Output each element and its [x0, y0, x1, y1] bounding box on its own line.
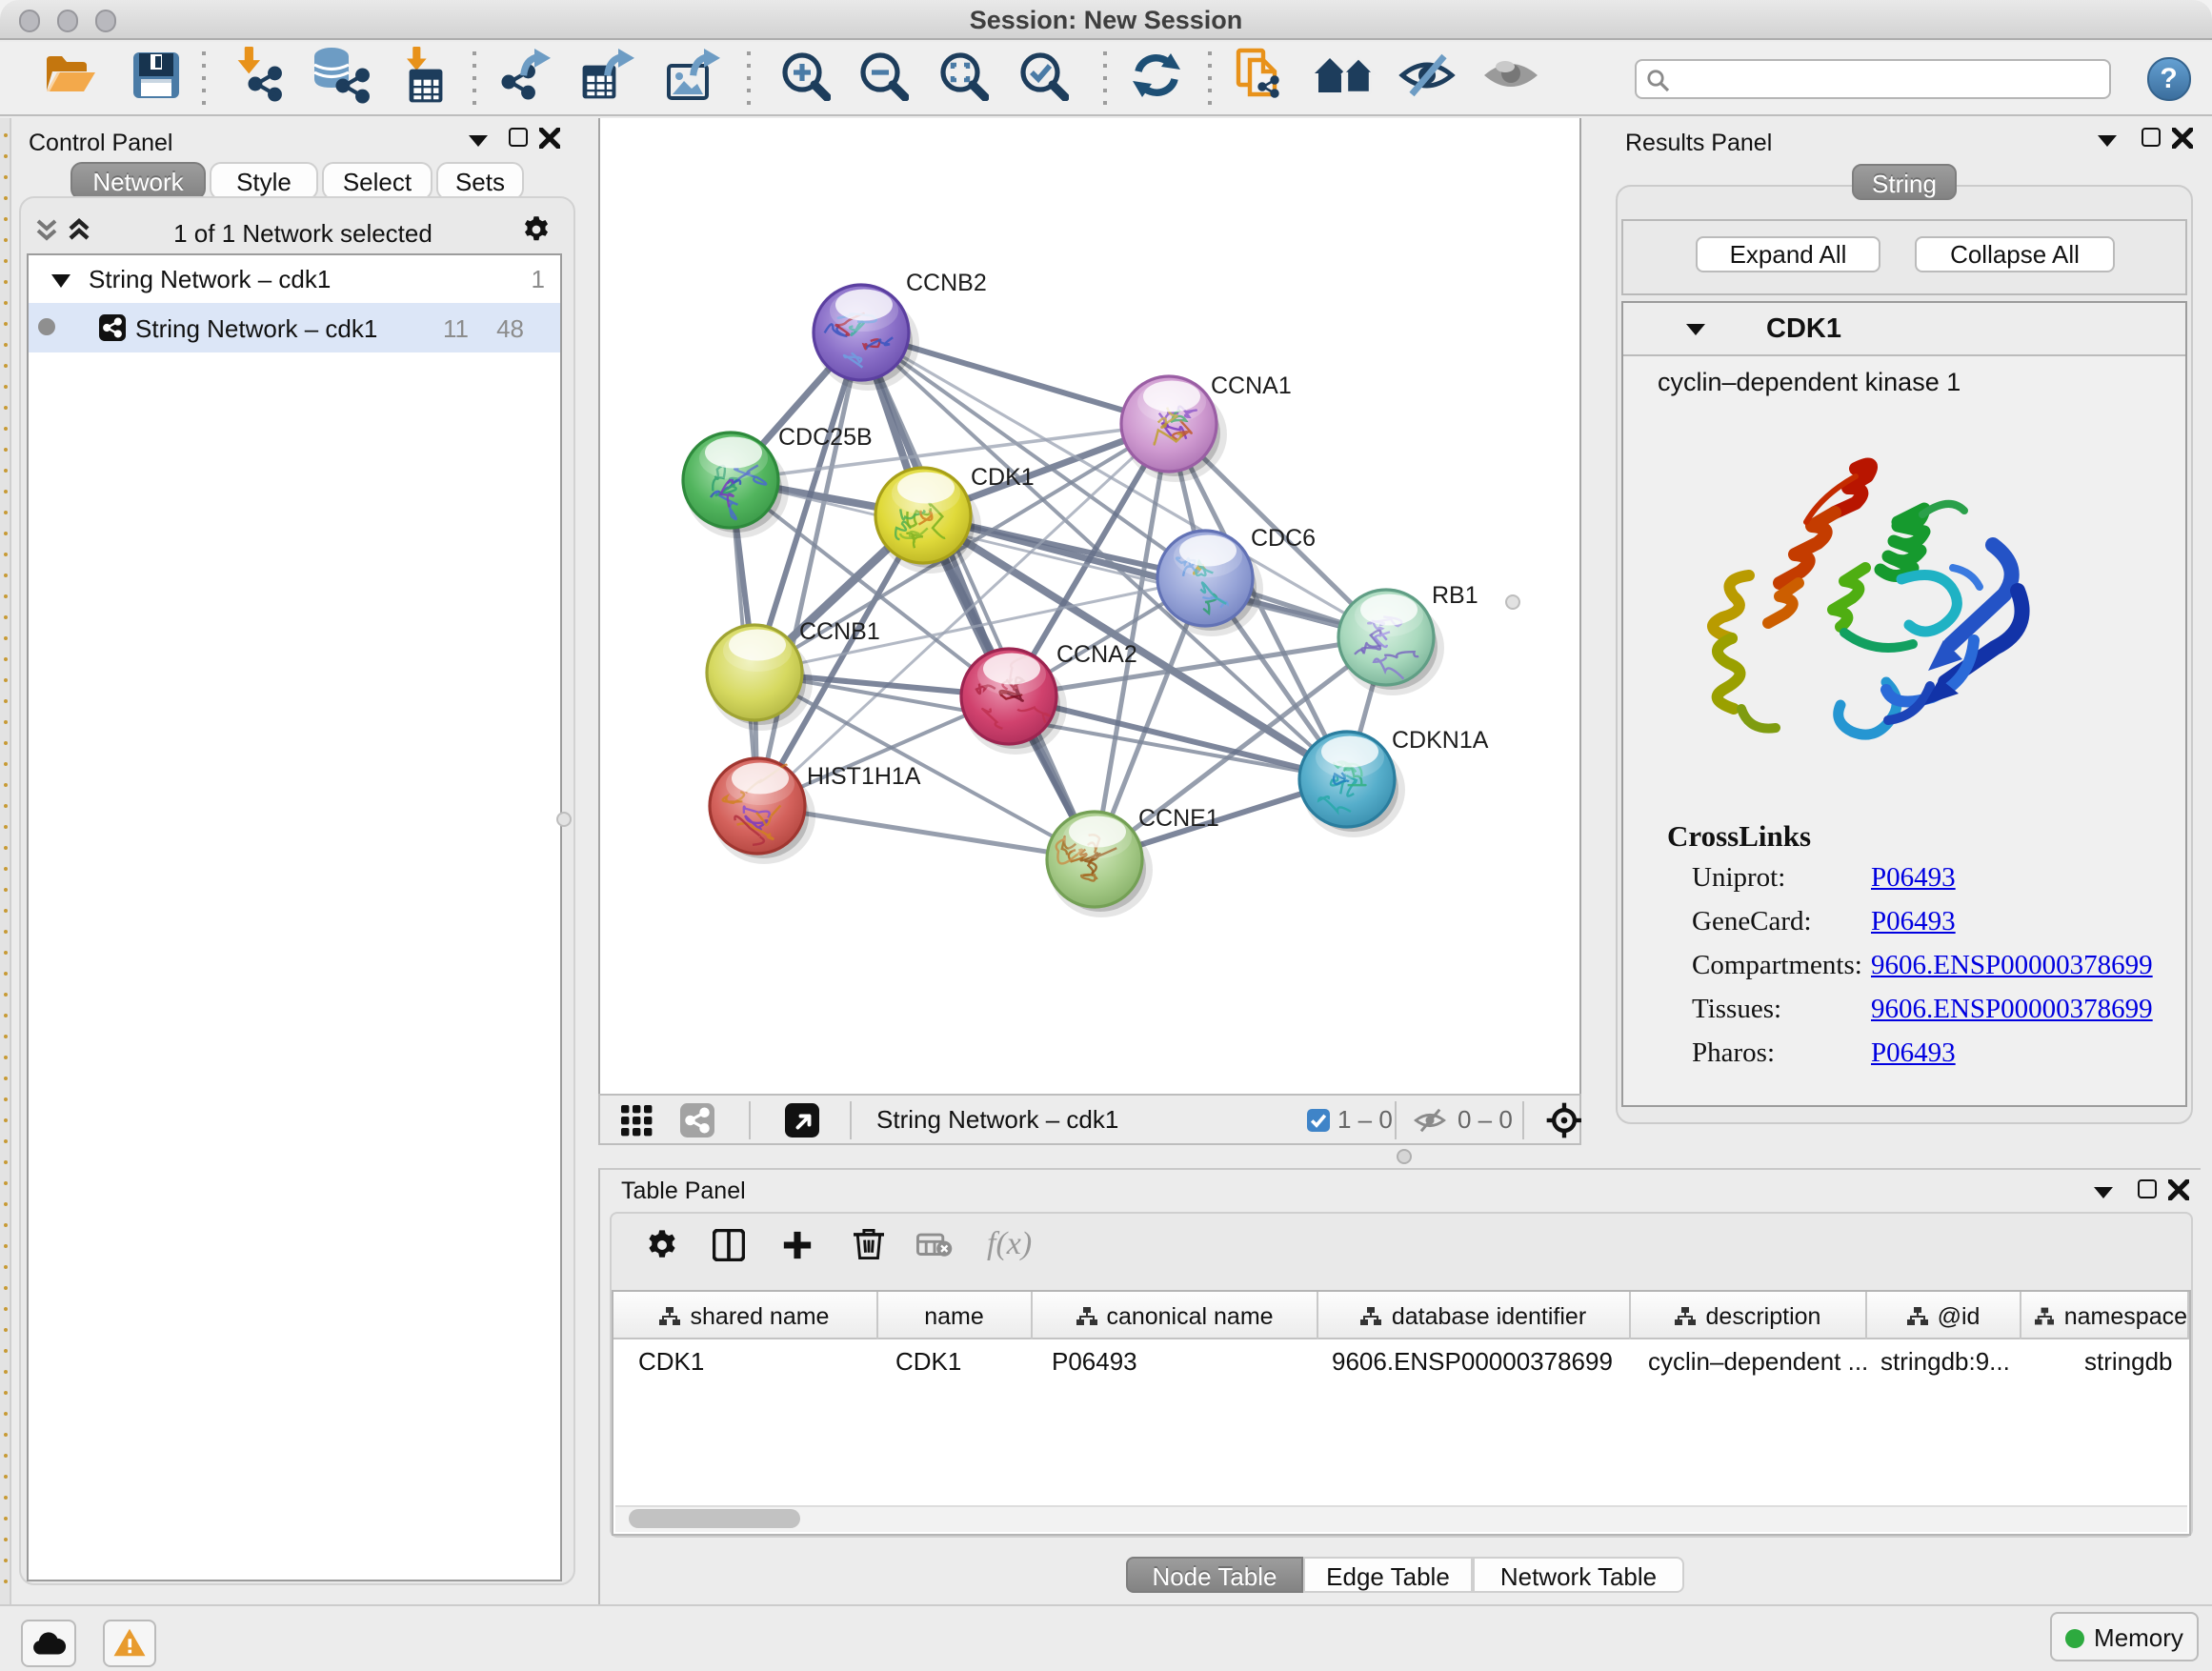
svg-text:RB1: RB1	[1431, 581, 1478, 608]
svg-text:CCNA1: CCNA1	[1210, 372, 1291, 398]
svg-text:CDC25B: CDC25B	[777, 423, 872, 450]
svg-text:CCNE1: CCNE1	[1137, 804, 1218, 831]
svg-text:CCNA2: CCNA2	[1056, 640, 1136, 667]
svg-text:CCNB2: CCNB2	[905, 269, 986, 295]
svg-text:CDC6: CDC6	[1250, 524, 1315, 551]
svg-text:CDK1: CDK1	[970, 463, 1034, 490]
svg-text:HIST1H1A: HIST1H1A	[806, 762, 920, 789]
svg-text:CCNB1: CCNB1	[798, 617, 879, 644]
svg-text:CDKN1A: CDKN1A	[1391, 726, 1488, 753]
